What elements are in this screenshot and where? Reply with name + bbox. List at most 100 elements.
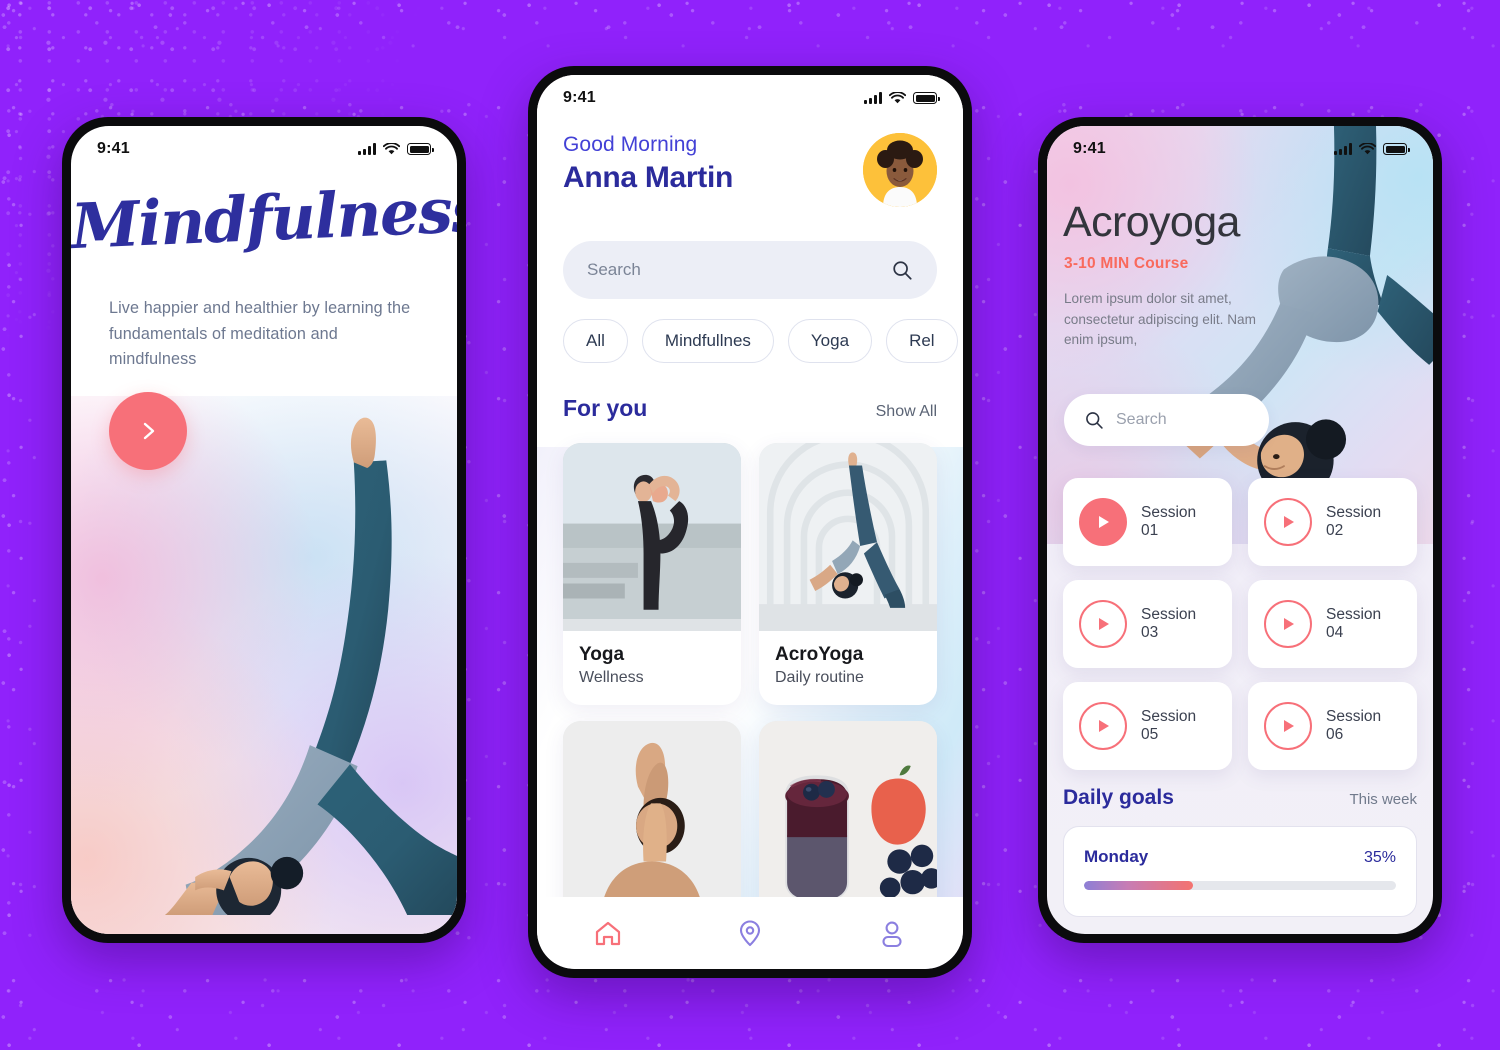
card-image-smoothie [759,721,937,922]
greeting-text: Good Morning [563,133,698,156]
chip-all[interactable]: All [563,319,628,363]
chip-yoga[interactable]: Yoga [787,319,873,363]
show-all-link[interactable]: Show All [876,403,937,421]
status-icons [358,142,434,156]
phone2-screen: 9:41 Good Morning Anna Martin Search All… [537,75,963,969]
user-icon [882,921,902,948]
user-name: Anna Martin [563,161,734,194]
play-icon [1099,720,1109,732]
phone1-status-bar: 9:41 [71,126,457,172]
card-acroyoga[interactable]: AcroYoga Daily routine [759,443,937,705]
play-button[interactable] [1079,702,1127,750]
card-image-yoga [563,443,741,620]
play-icon [1284,618,1294,630]
card-title: AcroYoga [775,644,864,665]
goal-percent-label: 35% [1363,849,1396,866]
search-input[interactable]: Search [1064,394,1269,446]
phone-mockup-home: 9:41 Good Morning Anna Martin Search All… [528,66,972,978]
cellular-bars-icon [864,92,882,104]
phone-mockup-onboarding: 9:41 Mindfulness Live happier and health… [62,117,466,943]
get-started-button[interactable] [109,392,187,470]
for-you-card-grid: Yoga Wellness AcroYoga Daily routine [563,443,937,969]
session-item-04[interactable]: Session 04 [1248,580,1417,668]
avatar-photo [863,133,937,207]
session-label: Session 02 [1326,504,1382,539]
page-title: Mindfulness [71,172,457,264]
session-label: Session 06 [1326,708,1382,743]
course-duration-label: 3-10 MIN Course [1064,255,1189,272]
greeting-block: Good Morning Anna Martin [563,133,733,195]
card-meta: Yoga Wellness [563,631,741,705]
play-icon [1284,720,1294,732]
play-button[interactable] [1079,498,1127,546]
goal-day-label: Monday [1084,847,1149,866]
card-yoga[interactable]: Yoga Wellness [563,443,741,705]
phone-mockup-course: 9:41 Acroyoga 3-10 MIN Course Lorem ipsu… [1038,117,1442,943]
card-image-meditation: smart& [563,721,741,922]
goals-range-selector[interactable]: This week [1349,791,1417,808]
card-thumbnail [563,443,741,631]
phone1-screen: 9:41 Mindfulness Live happier and health… [71,126,457,934]
card-subtitle: Wellness [579,669,644,686]
play-icon [1099,516,1109,528]
card-meta: AcroYoga Daily routine [759,631,937,705]
session-item-01[interactable]: Session 01 [1063,478,1232,566]
battery-icon [1383,143,1410,155]
page-subtitle: Live happier and healthier by learning t… [109,299,411,369]
status-icons [864,91,940,105]
session-list: Session 01 Session 02 Session 03 Session… [1063,478,1417,770]
search-input[interactable]: Search [563,241,937,299]
search-placeholder: Search [587,260,641,279]
wifi-icon [889,91,906,103]
goal-row: Monday 35% [1084,847,1396,867]
goal-progress-track [1084,881,1396,890]
play-button[interactable] [1264,498,1312,546]
chip-mindfullnes[interactable]: Mindfullnes [641,319,774,363]
search-placeholder: Search [1116,411,1167,428]
location-pin-icon [739,920,761,947]
search-icon[interactable] [1084,410,1104,430]
card-thumbnail [759,443,937,631]
play-button[interactable] [1079,600,1127,648]
course-description: Lorem ipsum dolor sit amet, consectetur … [1064,291,1256,348]
session-item-02[interactable]: Session 02 [1248,478,1417,566]
play-icon [1284,516,1294,528]
course-title: Acroyoga [1063,198,1240,246]
cellular-bars-icon [1334,143,1352,155]
daily-goals-section: Daily goals This week Monday 35% [1063,786,1417,917]
goal-card-monday: Monday 35% [1063,826,1417,917]
avatar[interactable] [863,133,937,207]
session-item-05[interactable]: Session 05 [1063,682,1232,770]
daily-goals-header: Daily goals This week [1063,786,1417,810]
card-title: Yoga [579,644,625,665]
chip-relax[interactable]: Rel [886,319,958,363]
nav-explore[interactable] [735,918,765,948]
card-image-acroyoga [759,443,937,620]
home-icon [595,921,621,946]
phone3-status-bar: 9:41 [1047,126,1433,172]
wifi-icon [1359,142,1376,154]
section-title: For you [563,395,648,421]
play-button[interactable] [1264,702,1312,750]
status-icons [1334,142,1410,156]
status-time: 9:41 [97,140,130,157]
battery-icon [407,143,434,155]
chevron-right-icon [143,422,155,440]
for-you-section-header: For you Show All [563,395,937,422]
status-time: 9:41 [1073,140,1106,157]
nav-profile[interactable] [877,918,907,948]
phone3-screen: 9:41 Acroyoga 3-10 MIN Course Lorem ipsu… [1047,126,1433,934]
session-label: Session 04 [1326,606,1382,641]
status-time: 9:41 [563,89,596,106]
play-button[interactable] [1264,600,1312,648]
nav-home[interactable] [593,918,623,948]
wifi-icon [383,142,400,154]
search-icon[interactable] [891,259,913,281]
goal-progress-fill [1084,881,1194,890]
cellular-bars-icon [358,143,376,155]
play-icon [1099,618,1109,630]
session-item-03[interactable]: Session 03 [1063,580,1232,668]
daily-goals-title: Daily goals [1063,786,1174,809]
session-label: Session 03 [1141,606,1197,641]
session-item-06[interactable]: Session 06 [1248,682,1417,770]
